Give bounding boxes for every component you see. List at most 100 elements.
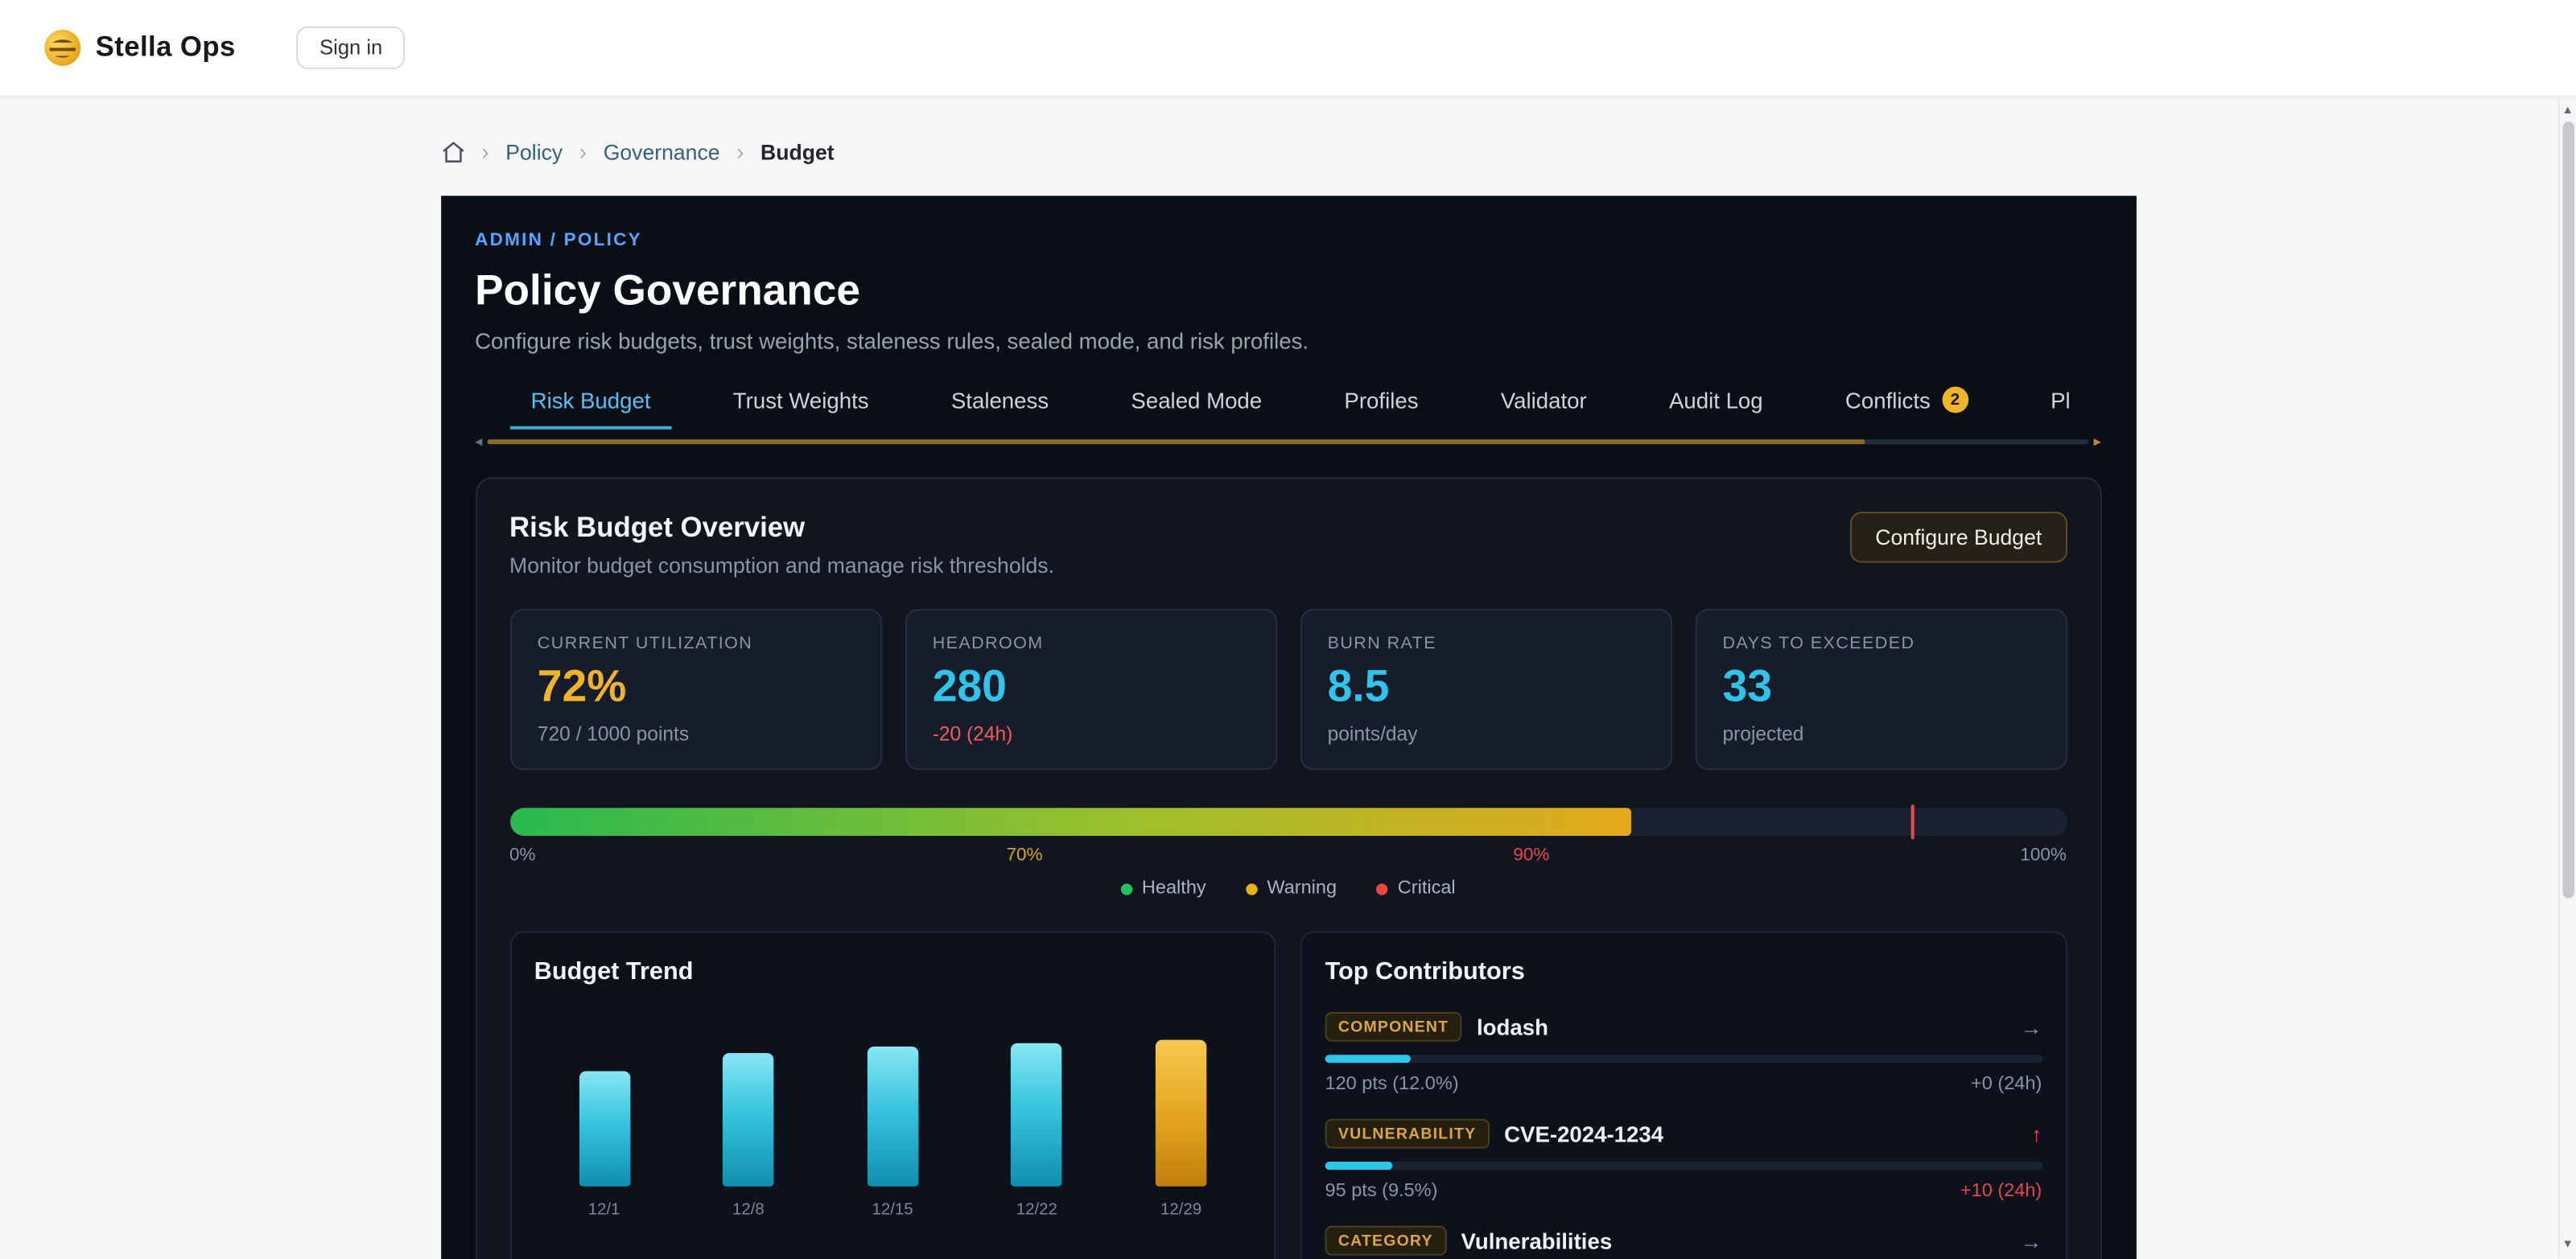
stat-value: 280 [933, 661, 1249, 712]
trend-x-label: 12/8 [732, 1201, 765, 1219]
tab-scroll-right-icon[interactable]: ▸ [2094, 434, 2101, 449]
trend-column: 12/15 [867, 1047, 917, 1220]
overview-header-text: Risk Budget Overview Monitor budget cons… [509, 512, 1054, 578]
tab-scroll-left-icon[interactable]: ◂ [475, 434, 482, 449]
top-bar: Stella Ops Sign in [0, 0, 2576, 97]
tab-label: Conflicts [1845, 388, 1931, 413]
contributor-stats: 120 pts (12.0%) +0 (24h) [1325, 1075, 2042, 1095]
trend-bar [1012, 1043, 1062, 1187]
overview-subtitle: Monitor budget consumption and manage ri… [509, 553, 1054, 578]
contributor-item-cve[interactable]: VULNERABILITY CVE-2024-1234 ↑ 95 pts (9.… [1325, 1119, 2042, 1201]
contributor-name: lodash [1477, 1014, 1548, 1039]
tab-audit-log[interactable]: Audit Log [1647, 376, 1784, 429]
tab-validator[interactable]: Validator [1479, 376, 1608, 429]
trend-column: 12/8 [723, 1053, 773, 1220]
tick-100: 100% [2020, 846, 2067, 866]
stat-sub: -20 (24h) [933, 722, 1249, 746]
contributor-bar-fill [1325, 1055, 1412, 1063]
tab-label: Trust Weights [733, 388, 869, 413]
tab-label: Profiles [1344, 388, 1418, 413]
scrollbar-thumb[interactable] [2562, 121, 2574, 898]
top-contributors-card: Top Contributors COMPONENT lodash → [1300, 932, 2067, 1259]
overview-sub-cards: Budget Trend 12/1 12/8 12/15 [509, 932, 2067, 1259]
overview-header: Risk Budget Overview Monitor budget cons… [509, 512, 2067, 578]
page-title: Policy Governance [475, 265, 2101, 315]
stat-days-to-exceeded: DAYS TO EXCEEDED 33 projected [1695, 609, 2067, 770]
stella-ops-logo-icon [44, 30, 80, 66]
trend-x-label: 12/29 [1160, 1201, 1201, 1219]
trend-bar [867, 1047, 917, 1187]
contributor-item-lodash[interactable]: COMPONENT lodash → 120 pts (12.0%) +0 (2… [1325, 1012, 2042, 1094]
tab-label: Risk Budget [531, 388, 651, 413]
status-legend: Healthy Warning Critical [509, 878, 2067, 899]
legend-label: Warning [1267, 878, 1337, 899]
stat-value: 8.5 [1328, 661, 1644, 712]
budget-trend-chart: 12/1 12/8 12/15 12/22 [534, 1040, 1251, 1220]
stat-value: 72% [538, 661, 854, 712]
tab-label: Audit Log [1669, 388, 1763, 413]
contributor-item-vulnerabilities[interactable]: CATEGORY Vulnerabilities → [1325, 1226, 2042, 1259]
tab-conflicts[interactable]: Conflicts 2 [1824, 376, 1989, 429]
stat-sub: projected [1722, 722, 2038, 746]
breadcrumb-separator: › [481, 138, 489, 165]
stat-sub: points/day [1328, 722, 1644, 746]
configure-budget-button[interactable]: Configure Budget [1851, 512, 2067, 562]
trend-flat-icon: → [2021, 1228, 2042, 1253]
critical-threshold-marker [1910, 804, 1914, 839]
trend-column: 12/1 [579, 1072, 629, 1220]
contributor-header: VULNERABILITY CVE-2024-1234 ↑ [1325, 1119, 2042, 1149]
tab-staleness[interactable]: Staleness [929, 376, 1070, 429]
tab-truncated[interactable]: Pl [2030, 376, 2092, 429]
stat-headroom: HEADROOM 280 -20 (24h) [905, 609, 1276, 770]
trend-column: 12/22 [1012, 1043, 1062, 1220]
page-subtitle: Configure risk budgets, trust weights, s… [475, 329, 2101, 354]
brand-name: Stella Ops [96, 31, 236, 64]
tab-profiles[interactable]: Profiles [1323, 376, 1440, 429]
tab-scroll-thumb[interactable] [487, 439, 1864, 445]
trend-bar [579, 1072, 629, 1187]
tab-scrollbar: ◂ ▸ [475, 434, 2101, 449]
breadcrumb-separator: › [736, 138, 744, 165]
stat-sub: 720 / 1000 points [538, 722, 854, 746]
contributor-bar [1325, 1162, 2042, 1170]
page-scrollbar: ▲ ▼ [2558, 97, 2576, 1259]
top-contributors-title: Top Contributors [1325, 957, 2042, 985]
breadcrumb-governance[interactable]: Governance [604, 139, 720, 164]
budget-progress-fill [509, 808, 1630, 836]
tick-0: 0% [509, 846, 536, 866]
legend-warning: Warning [1246, 878, 1337, 899]
section-eyebrow: ADMIN / POLICY [475, 230, 2101, 250]
contributor-points: 95 pts (9.5%) [1325, 1182, 1438, 1202]
breadcrumb-policy[interactable]: Policy [505, 139, 563, 164]
budget-utilization-bar [509, 808, 2067, 836]
legend-label: Healthy [1142, 878, 1206, 899]
breadcrumb-separator: › [579, 138, 587, 165]
budget-trend-title: Budget Trend [534, 957, 1251, 985]
contributor-header: COMPONENT lodash → [1325, 1012, 2042, 1042]
legend-critical: Critical [1376, 878, 1455, 899]
tab-scroll-track[interactable] [487, 439, 2088, 445]
tab-risk-budget[interactable]: Risk Budget [509, 376, 672, 429]
contributor-type-badge: COMPONENT [1325, 1012, 1462, 1042]
budget-trend-card: Budget Trend 12/1 12/8 12/15 [509, 932, 1276, 1259]
policy-governance-panel: ADMIN / POLICY Policy Governance Configu… [440, 195, 2136, 1259]
home-icon[interactable] [440, 139, 465, 164]
stat-label: DAYS TO EXCEEDED [1722, 633, 2038, 653]
scrollbar-up-icon[interactable]: ▲ [2562, 105, 2574, 117]
stat-burn-rate: BURN RATE 8.5 points/day [1300, 609, 1671, 770]
contributors-list: COMPONENT lodash → 120 pts (12.0%) +0 (2… [1325, 1012, 2042, 1259]
trend-x-label: 12/22 [1016, 1201, 1057, 1219]
contributor-bar [1325, 1055, 2042, 1063]
legend-healthy: Healthy [1120, 878, 1206, 899]
critical-dot-icon [1376, 883, 1387, 894]
risk-budget-overview-card: Risk Budget Overview Monitor budget cons… [475, 477, 2101, 1259]
tick-70: 70% [1006, 846, 1042, 866]
trend-bar [723, 1053, 773, 1187]
tab-sealed-mode[interactable]: Sealed Mode [1110, 376, 1284, 429]
sign-in-button[interactable]: Sign in [296, 27, 405, 69]
tab-trust-weights[interactable]: Trust Weights [711, 376, 890, 429]
breadcrumb: › Policy › Governance › Budget [440, 138, 2136, 165]
scrollbar-down-icon[interactable]: ▼ [2562, 1240, 2574, 1251]
trend-column: 12/29 [1156, 1040, 1206, 1220]
stat-current-utilization: CURRENT UTILIZATION 72% 720 / 1000 point… [509, 609, 881, 770]
